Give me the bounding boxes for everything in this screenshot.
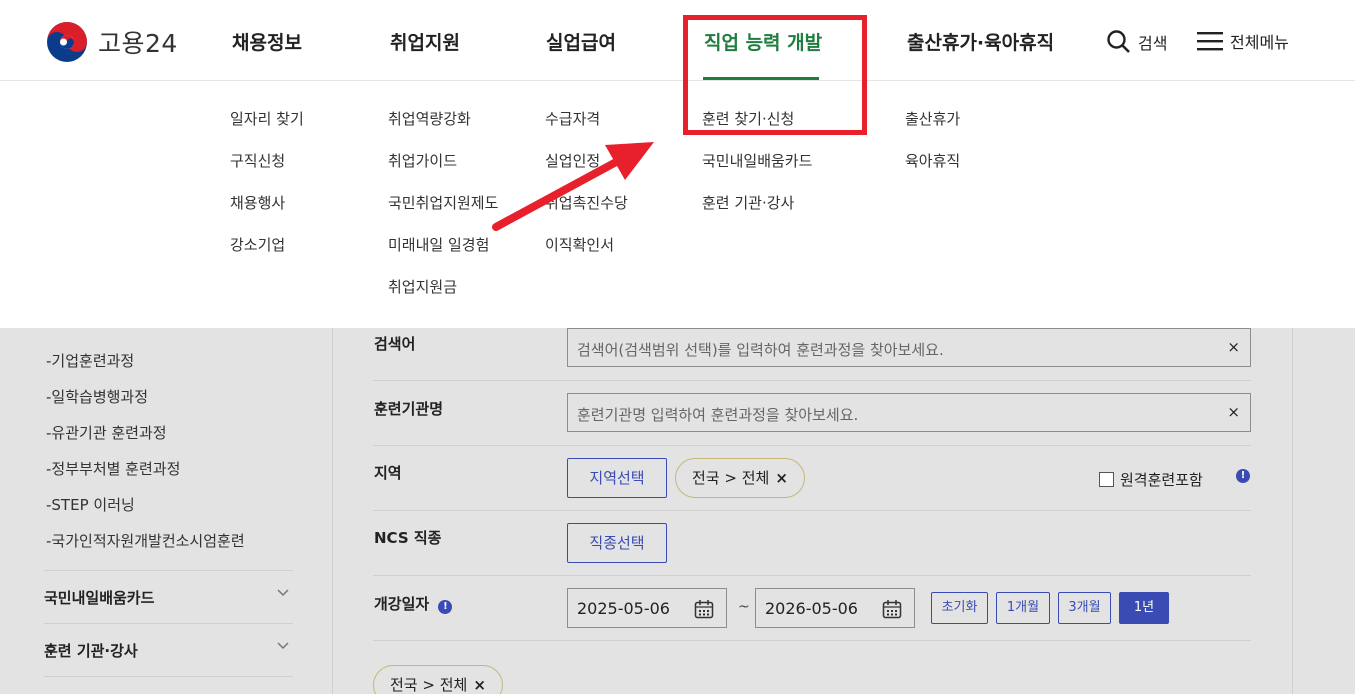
red-arrow-annotation [492, 142, 654, 231]
